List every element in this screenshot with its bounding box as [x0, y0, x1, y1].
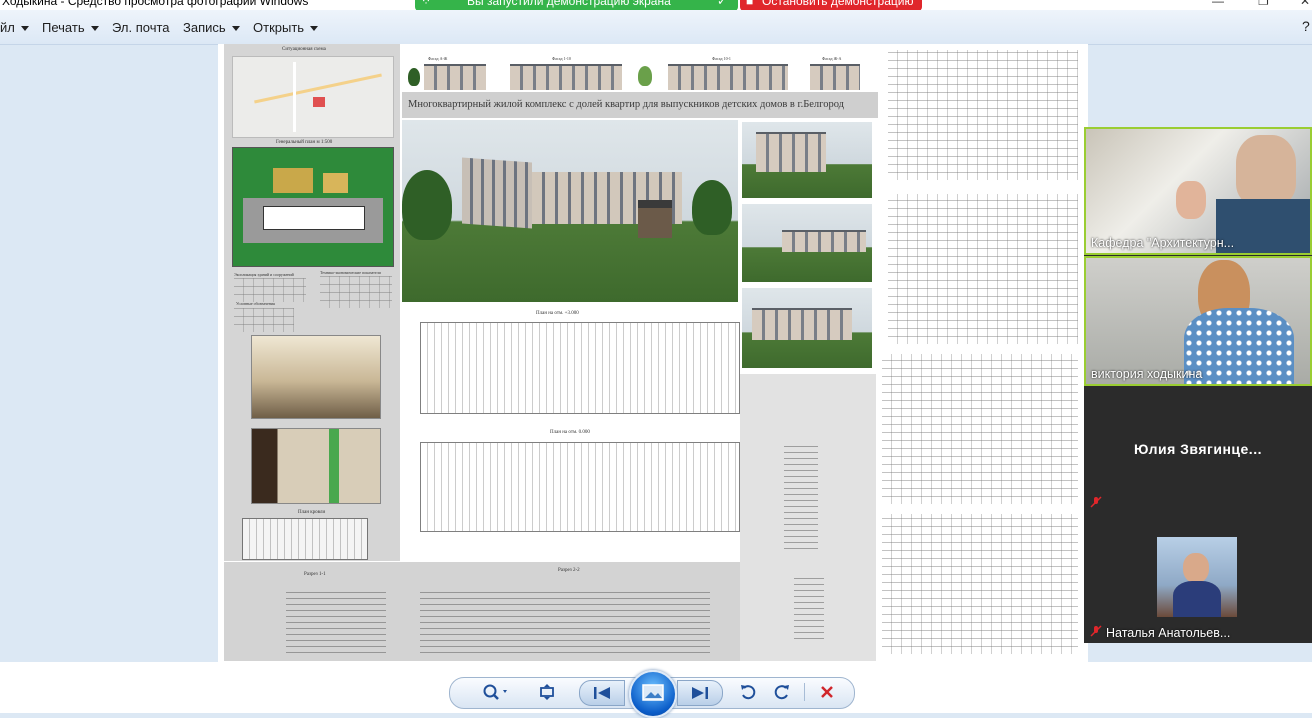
architecture-poster: Ситуационная схема Генеральный план м 1:… [224, 44, 1084, 661]
roof-plan-drawing [242, 518, 368, 560]
facade-drawing-1 [424, 64, 486, 90]
structural-sheet-4 [882, 514, 1078, 654]
toolbar-divider [804, 683, 805, 701]
share-status-text: Вы запустили демонстрацию экрана [467, 0, 671, 8]
menu-open[interactable]: Открыть [253, 20, 319, 35]
section-2-title: Разрез 2-2 [558, 568, 580, 573]
facade-drawing-2 [510, 64, 622, 90]
section-1-title: Разрез 1-1 [304, 572, 326, 577]
tree-icon [638, 66, 652, 86]
zoom-icon[interactable] [478, 681, 512, 703]
plan-upper-title: План на отм. +3.000 [536, 311, 579, 316]
menu-file[interactable]: йл [0, 20, 29, 35]
stop-share-label: Остановить демонстрацию [762, 0, 914, 8]
delete-icon[interactable] [814, 681, 840, 703]
facade-label-3: Фасад 10-1 [712, 56, 731, 61]
section-2-drawing [420, 590, 710, 658]
section-1-drawing [286, 592, 386, 658]
structural-sheet-2 [888, 194, 1078, 344]
plan-ground-drawing [420, 442, 740, 532]
rotate-cw-icon[interactable] [769, 681, 795, 703]
participant-tile-2[interactable]: виктория ходыкина [1084, 256, 1312, 386]
main-render [402, 120, 738, 302]
menu-print[interactable]: Печать [42, 20, 99, 35]
rotate-ccw-icon[interactable] [735, 681, 761, 703]
share-drag-icon[interactable]: ⁘ [421, 0, 431, 8]
participant-name: виктория ходыкина [1091, 367, 1203, 381]
participant-tile-1[interactable]: Кафедра "Архитектурн... [1084, 127, 1312, 255]
poster-title: Многоквартирный жилой комплекс с долей к… [408, 99, 845, 110]
facade-label-1: Фасад А-Ж [428, 56, 448, 61]
chevron-down-icon [231, 26, 240, 32]
plan-upper-drawing [420, 322, 740, 414]
close-window-icon[interactable]: ✕ [1300, 0, 1310, 8]
render-view-3 [742, 288, 872, 368]
render-view-1 [742, 122, 872, 198]
facade-drawing-3 [668, 64, 788, 90]
previous-icon [594, 687, 610, 699]
tech-indicators-table [320, 276, 392, 308]
poster-title-band: Многоквартирный жилой комплекс с долей к… [402, 92, 878, 118]
participant-name: Юлия Звягинце... [1134, 441, 1262, 457]
participant-name: Кафедра "Архитектурн... [1091, 236, 1235, 250]
chevron-down-icon [310, 26, 319, 32]
tree-icon [408, 68, 420, 86]
legend-title: Условные обозначения [236, 301, 275, 306]
structural-sheet-1 [888, 50, 1078, 180]
mic-off-icon [1090, 496, 1102, 508]
explication-table [234, 278, 306, 302]
wall-detail-drawing [784, 444, 818, 554]
explication-title: Экспликация зданий и сооружений [234, 272, 294, 277]
plan-ground-title: План на отм. 0.000 [550, 430, 590, 435]
situation-map [232, 56, 394, 138]
facade-drawing-4 [810, 64, 860, 90]
slideshow-icon [642, 684, 664, 701]
interior-render-hall [251, 335, 381, 419]
situation-scheme-title: Ситуационная схема [282, 47, 326, 52]
maximize-icon[interactable]: ❐ [1258, 0, 1269, 8]
general-plan-title: Генеральный план м 1:500 [276, 140, 333, 145]
chevron-down-icon [90, 26, 99, 32]
chevron-down-icon [20, 26, 29, 32]
menu-bar: йл Печать Эл. почта Запись Открыть ? [0, 10, 1312, 45]
render-view-2 [742, 204, 872, 282]
participant-video [1157, 537, 1237, 617]
facade-label-4: Фасад Ж-А [822, 56, 842, 61]
roof-plan-title: План кровли [298, 510, 326, 515]
facades-strip: Фасад А-Ж Фасад 1-10 Фасад 10-1 Фасад Ж-… [402, 44, 878, 92]
next-icon [692, 687, 708, 699]
structural-sheet-3 [882, 354, 1078, 504]
mic-off-icon [1090, 625, 1102, 637]
minimize-icon[interactable]: — [1212, 0, 1224, 8]
foundation-detail-drawing [794, 574, 824, 644]
shield-check-icon: ✓ [717, 0, 728, 8]
window-title: Ходыкина - Средство просмотра фотографий… [2, 0, 309, 8]
previous-button[interactable] [579, 680, 625, 706]
facade-label-2: Фасад 1-10 [552, 56, 571, 61]
participant-name: Наталья Анатольев... [1106, 626, 1231, 640]
slideshow-button[interactable] [629, 670, 677, 718]
general-plan-drawing [232, 147, 394, 267]
menu-burn[interactable]: Запись [183, 20, 240, 35]
tech-indicators-title: Технико-экономические показатели [320, 270, 381, 275]
help-icon[interactable]: ? [1302, 18, 1310, 34]
stop-icon: ■ [746, 0, 754, 8]
fit-window-icon[interactable] [534, 681, 560, 703]
participant-tile-4[interactable]: Наталья Анатольев... [1084, 514, 1312, 643]
next-button[interactable] [677, 680, 723, 706]
legend-table [234, 308, 294, 332]
interior-render-lobby [251, 428, 381, 504]
participant-tile-3[interactable]: Юлия Звягинце... [1084, 386, 1312, 514]
menu-email[interactable]: Эл. почта [112, 20, 170, 35]
